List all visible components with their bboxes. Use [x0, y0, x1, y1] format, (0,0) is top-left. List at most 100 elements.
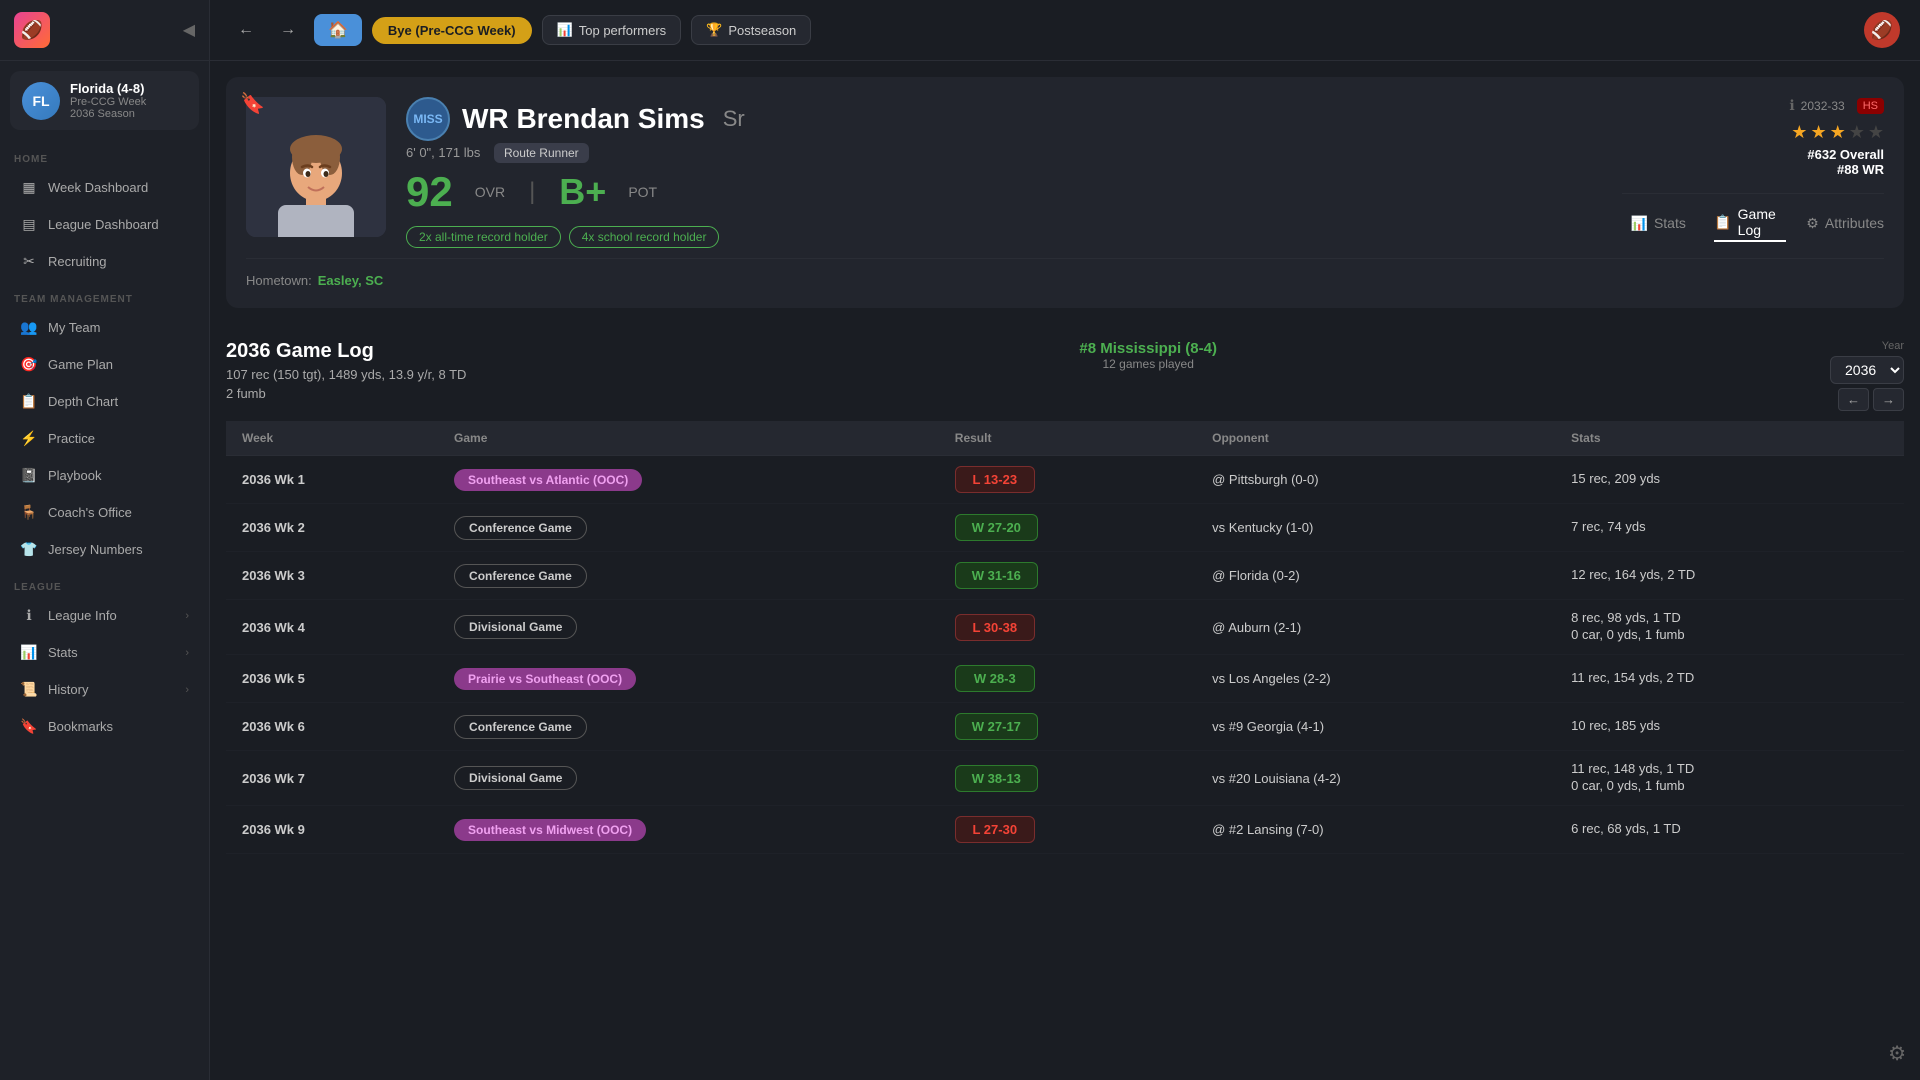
sidebar-item-game-plan[interactable]: 🎯 Game Plan	[6, 347, 203, 382]
stats-cell: 11 rec, 154 yds, 2 TD	[1555, 655, 1904, 703]
team-card[interactable]: FL Florida (4-8) Pre-CCG Week 2036 Seaso…	[10, 71, 199, 130]
game-cell: Prairie vs Southeast (OOC)	[438, 655, 939, 703]
stat-line: 7 rec, 74 yds	[1571, 519, 1888, 534]
game-pill: Prairie vs Southeast (OOC)	[454, 668, 636, 690]
school-badge: MISS	[406, 97, 450, 141]
pot-label: POT	[628, 184, 657, 200]
table-row[interactable]: 2036 Wk 3Conference GameW 31-16@ Florida…	[226, 552, 1904, 600]
game-cell: Southeast vs Atlantic (OOC)	[438, 456, 939, 504]
stats-cell: 6 rec, 68 yds, 1 TD	[1555, 806, 1904, 854]
team-season: 2036 Season	[70, 108, 187, 120]
games-played: 12 games played	[1079, 357, 1217, 371]
table-row[interactable]: 2036 Wk 7Divisional GameW 38-13vs #20 Lo…	[226, 751, 1904, 806]
table-row[interactable]: 2036 Wk 4Divisional GameL 30-38@ Auburn …	[226, 600, 1904, 655]
gamelog-summary-2: 2 fumb	[226, 386, 466, 401]
week-cell: 2036 Wk 7	[226, 751, 438, 806]
hometown-value: Easley, SC	[318, 273, 384, 288]
table-row[interactable]: 2036 Wk 5Prairie vs Southeast (OOC)W 28-…	[226, 655, 1904, 703]
gamelog-summary-1: 107 rec (150 tgt), 1489 yds, 13.9 y/r, 8…	[226, 367, 466, 382]
sidebar-item-label: History	[48, 682, 88, 697]
stats-cell: 15 rec, 209 yds	[1555, 456, 1904, 504]
badge-school: 4x school record holder	[569, 226, 720, 248]
sidebar-item-league-info[interactable]: ℹ League Info ›	[6, 598, 203, 633]
tab-game-log[interactable]: 📋 Game Log	[1714, 206, 1786, 242]
sidebar-item-depth-chart[interactable]: 📋 Depth Chart	[6, 384, 203, 419]
sidebar-item-history[interactable]: 📜 History ›	[6, 672, 203, 707]
result-cell: L 30-38	[939, 600, 1196, 655]
sidebar-item-label: Game Plan	[48, 357, 113, 372]
result-cell: W 27-20	[939, 504, 1196, 552]
stat-line: 0 car, 0 yds, 1 fumb	[1571, 627, 1888, 642]
stats-cell: 7 rec, 74 yds	[1555, 504, 1904, 552]
week-cell: 2036 Wk 4	[226, 600, 438, 655]
postseason-icon: 🏆	[706, 22, 722, 38]
section-label-team: TEAM MANAGEMENT	[0, 280, 209, 309]
sidebar-item-week-dashboard[interactable]: ▦ Week Dashboard	[6, 170, 203, 205]
gamelog-tab-label: Game Log	[1738, 206, 1787, 238]
hometown-row: Hometown: Easley, SC	[246, 258, 1884, 288]
col-game: Game	[438, 421, 939, 456]
back-button[interactable]: ←	[230, 17, 262, 43]
postseason-label: Postseason	[728, 23, 796, 38]
bookmark-button[interactable]: 🔖	[240, 91, 265, 116]
settings-icon[interactable]: ⚙	[1888, 1043, 1906, 1065]
table-row[interactable]: 2036 Wk 6Conference GameW 27-17vs #9 Geo…	[226, 703, 1904, 751]
sidebar-item-label: League Info	[48, 608, 117, 623]
stars-row: ★ ★ ★ ★ ★	[1791, 122, 1884, 143]
table-row[interactable]: 2036 Wk 2Conference GameW 27-20vs Kentuc…	[226, 504, 1904, 552]
stats-cell: 10 rec, 185 yds	[1555, 703, 1904, 751]
game-pill: Conference Game	[454, 715, 587, 739]
sidebar-item-coaches-office[interactable]: 🪑 Coach's Office	[6, 495, 203, 530]
forward-button[interactable]: →	[272, 17, 304, 43]
col-result: Result	[939, 421, 1196, 456]
sidebar-item-recruiting[interactable]: ✂ Recruiting	[6, 244, 203, 279]
sidebar-item-league-dashboard[interactable]: ▤ League Dashboard	[6, 207, 203, 242]
table-row[interactable]: 2036 Wk 1Southeast vs Atlantic (OOC)L 13…	[226, 456, 1904, 504]
result-pill: W 28-3	[955, 665, 1035, 692]
col-week: Week	[226, 421, 438, 456]
year-next-button[interactable]: →	[1873, 388, 1904, 411]
sidebar-item-bookmarks[interactable]: 🔖 Bookmarks	[6, 709, 203, 744]
star-3: ★	[1830, 122, 1846, 143]
stat-line: 0 car, 0 yds, 1 fumb	[1571, 778, 1888, 793]
player-position-name: WR Brendan Sims	[462, 103, 705, 135]
stats-cell: 12 rec, 164 yds, 2 TD	[1555, 552, 1904, 600]
stat-line: 6 rec, 68 yds, 1 TD	[1571, 821, 1888, 836]
tab-stats[interactable]: 📊 Stats	[1622, 215, 1694, 234]
team-week: Pre-CCG Week	[70, 96, 187, 108]
sidebar-item-stats[interactable]: 📊 Stats ›	[6, 635, 203, 670]
rank-wr: #88 WR	[1837, 162, 1884, 177]
year-select[interactable]: 2036 2035 2034	[1830, 356, 1904, 384]
tab-attributes[interactable]: ⚙ Attributes	[1806, 215, 1884, 234]
sidebar-item-my-team[interactable]: 👥 My Team	[6, 310, 203, 345]
top-performers-button[interactable]: 📊 Top performers	[542, 15, 682, 45]
sidebar-item-label: My Team	[48, 320, 101, 335]
stat-line: 8 rec, 98 yds, 1 TD	[1571, 610, 1888, 625]
year-prev-button[interactable]: ←	[1838, 388, 1869, 411]
sidebar-item-practice[interactable]: ⚡ Practice	[6, 421, 203, 456]
sidebar-collapse-button[interactable]: ◀	[183, 20, 195, 40]
team-name: Florida (4-8)	[70, 81, 187, 96]
result-pill: L 27-30	[955, 816, 1035, 843]
game-cell: Southeast vs Midwest (OOC)	[438, 806, 939, 854]
game-cell: Conference Game	[438, 552, 939, 600]
stat-line: 11 rec, 154 yds, 2 TD	[1571, 670, 1888, 685]
game-cell: Divisional Game	[438, 600, 939, 655]
jersey-numbers-icon: 👕	[20, 541, 38, 558]
stats-tab-icon: 📊	[1631, 215, 1648, 232]
postseason-button[interactable]: 🏆 Postseason	[691, 15, 811, 45]
bye-week-button[interactable]: Bye (Pre-CCG Week)	[372, 17, 532, 44]
sidebar-item-playbook[interactable]: 📓 Playbook	[6, 458, 203, 493]
home-button[interactable]: 🏠	[314, 14, 362, 46]
result-pill: L 30-38	[955, 614, 1035, 641]
gamelog-opponent: #8 Mississippi (8-4)	[1079, 340, 1217, 357]
table-row[interactable]: 2036 Wk 9Southeast vs Midwest (OOC)L 27-…	[226, 806, 1904, 854]
sidebar-item-jersey-numbers[interactable]: 👕 Jersey Numbers	[6, 532, 203, 567]
sidebar-item-label: Depth Chart	[48, 394, 118, 409]
opponent-cell: @ #2 Lansing (7-0)	[1196, 806, 1555, 854]
player-illustration	[246, 97, 386, 237]
opponent-cell: @ Florida (0-2)	[1196, 552, 1555, 600]
gamelog-left: 2036 Game Log 107 rec (150 tgt), 1489 yd…	[226, 340, 466, 401]
topbar: ← → 🏠 Bye (Pre-CCG Week) 📊 Top performer…	[210, 0, 1920, 61]
game-pill: Divisional Game	[454, 615, 577, 639]
